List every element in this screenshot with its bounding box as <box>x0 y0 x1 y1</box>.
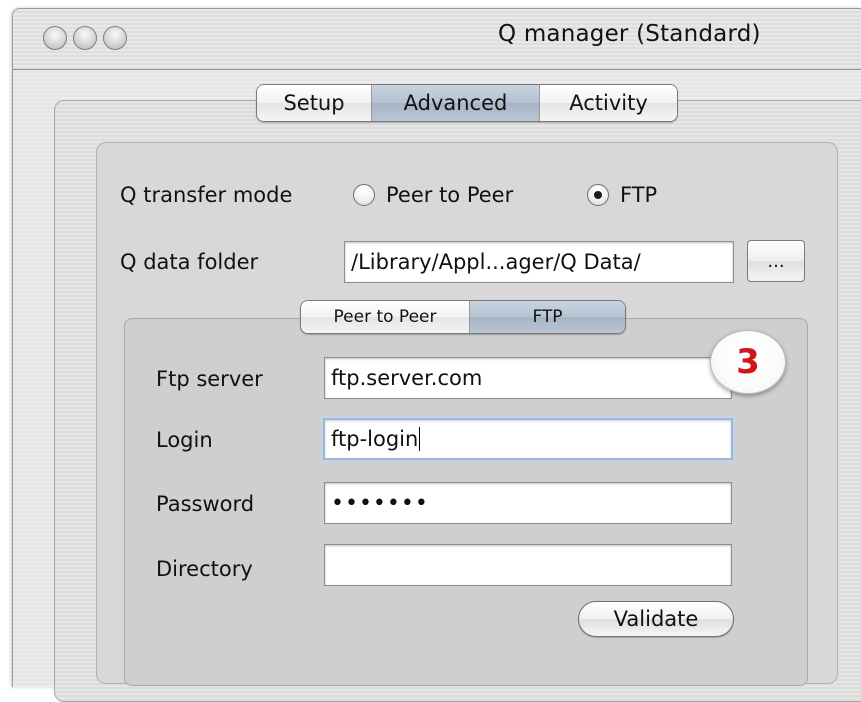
directory-label: Directory <box>156 557 253 581</box>
title-bar: Q manager (Standard) <box>13 9 861 70</box>
zoom-window-button[interactable] <box>103 26 127 50</box>
text-caret <box>419 427 421 451</box>
transfer-mode-label: Q transfer mode <box>120 183 293 207</box>
window-title: Q manager (Standard) <box>498 21 761 47</box>
tab-setup[interactable]: Setup <box>257 85 371 121</box>
login-value: ftp-login <box>331 427 419 451</box>
ftp-server-label: Ftp server <box>156 367 263 391</box>
password-field[interactable]: ••••••• <box>324 482 732 524</box>
login-label: Login <box>156 428 213 452</box>
directory-field[interactable] <box>324 544 732 586</box>
data-folder-path-field[interactable]: /Library/Appl...ager/Q Data/ <box>344 241 734 283</box>
tab-activity[interactable]: Activity <box>539 85 677 121</box>
minimize-window-button[interactable] <box>73 26 97 50</box>
ftp-server-field[interactable]: ftp.server.com <box>324 357 732 399</box>
login-field[interactable]: ftp-login <box>323 418 733 460</box>
radio-ftp-label[interactable]: FTP <box>620 183 657 207</box>
main-tab-bar: Setup Advanced Activity <box>256 84 678 122</box>
step-number-badge: 3 <box>710 330 786 394</box>
radio-peer-to-peer[interactable] <box>353 184 375 206</box>
validate-button[interactable]: Validate <box>578 601 734 637</box>
subtab-peer-to-peer[interactable]: Peer to Peer <box>301 301 469 333</box>
data-folder-label: Q data folder <box>120 250 259 274</box>
password-value: ••••••• <box>331 490 429 516</box>
ftp-server-value: ftp.server.com <box>331 366 483 390</box>
password-label: Password <box>156 492 255 516</box>
tab-advanced[interactable]: Advanced <box>371 85 539 121</box>
radio-ftp[interactable] <box>587 184 609 206</box>
data-folder-path: /Library/Appl...ager/Q Data/ <box>351 250 641 274</box>
browse-folder-button[interactable]: ... <box>747 240 805 282</box>
radio-peer-to-peer-label[interactable]: Peer to Peer <box>386 183 513 207</box>
close-window-button[interactable] <box>43 26 67 50</box>
sub-tab-bar: Peer to Peer FTP <box>300 300 626 334</box>
subtab-ftp[interactable]: FTP <box>469 301 625 333</box>
